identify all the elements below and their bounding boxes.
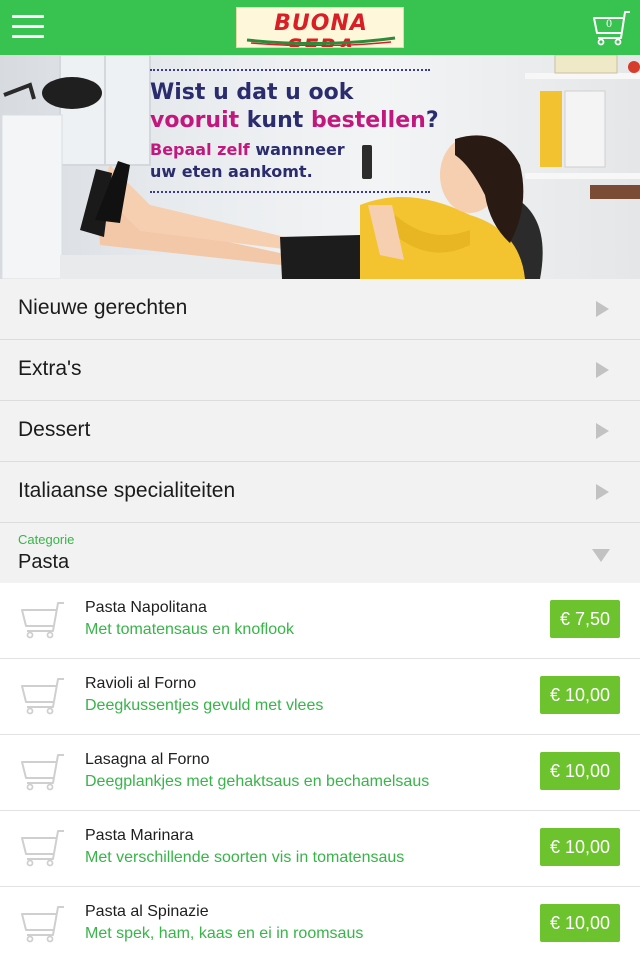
- banner-line-2-d: ?: [425, 108, 439, 133]
- cart-button[interactable]: 0: [590, 10, 636, 46]
- product-row: Pasta Napolitana Met tomatensaus en knof…: [0, 583, 640, 659]
- hamburger-icon[interactable]: [12, 15, 44, 39]
- cart-count: 0: [605, 19, 613, 30]
- promo-banner[interactable]: Wist u dat u ook vooruit kunt bestellen?…: [0, 55, 640, 279]
- product-description: Met tomatensaus en knoflook: [85, 621, 295, 638]
- category-item-dessert[interactable]: Dessert: [0, 401, 640, 462]
- product-name: Pasta al Spinazie: [85, 903, 209, 920]
- product-row: Lasagna al Forno Deegplankjes met gehakt…: [0, 735, 640, 811]
- product-description: Deegkussentjes gevuld met vlees: [85, 697, 324, 714]
- banner-text: Wist u dat u ook vooruit kunt bestellen?…: [150, 69, 440, 193]
- chevron-right-icon: [596, 362, 609, 378]
- banner-line-2-c: bestellen: [310, 108, 426, 133]
- category-select[interactable]: Categorie Pasta: [0, 523, 640, 583]
- product-description: Met verschillende soorten vis in tomaten…: [85, 849, 405, 866]
- cart-icon: [21, 602, 64, 639]
- category-item-label: Extra's: [18, 357, 82, 380]
- logo-swoosh: [246, 36, 396, 46]
- product-row: Pasta Marinara Met verschillende soorten…: [0, 811, 640, 887]
- banner-dots-top: [150, 69, 430, 71]
- add-to-cart-button[interactable]: [20, 601, 66, 639]
- hamburger-line: [12, 25, 44, 28]
- chevron-right-icon: [596, 423, 609, 439]
- category-item-nieuwe-gerechten[interactable]: Nieuwe gerechten: [0, 279, 640, 340]
- category-item-italiaanse-specialiteiten[interactable]: Italiaanse specialiteiten: [0, 462, 640, 523]
- cart-icon: [21, 906, 64, 943]
- category-item-extras[interactable]: Extra's: [0, 340, 640, 401]
- add-to-cart-button[interactable]: [20, 677, 66, 715]
- chevron-right-icon: [596, 484, 609, 500]
- product-name: Pasta Napolitana: [85, 599, 207, 616]
- category-item-label: Nieuwe gerechten: [18, 296, 188, 319]
- banner-line-3-b: wannneer: [249, 140, 345, 159]
- product-name: Lasagna al Forno: [85, 751, 210, 768]
- banner-dots-bottom: [150, 191, 430, 193]
- price-button[interactable]: € 10,00: [539, 676, 620, 714]
- product-name: Pasta Marinara: [85, 827, 194, 844]
- add-to-cart-button[interactable]: [20, 753, 66, 791]
- product-description: Deegplankjes met gehaktsaus en bechamels…: [85, 773, 430, 790]
- category-item-label: Dessert: [18, 418, 91, 441]
- category-item-label: Italiaanse specialiteiten: [18, 479, 236, 502]
- banner-line-2-b: kunt: [239, 108, 311, 133]
- chevron-right-icon: [596, 301, 609, 317]
- cart-icon: [21, 830, 64, 867]
- price-button[interactable]: € 10,00: [539, 904, 620, 942]
- hamburger-line: [12, 35, 44, 38]
- price-button[interactable]: € 10,00: [539, 828, 620, 866]
- logo[interactable]: BUONA SERA: [236, 7, 404, 48]
- product-row: Ravioli al Forno Deegkussentjes gevuld m…: [0, 659, 640, 735]
- top-bar: BUONA SERA 0: [0, 0, 640, 55]
- add-to-cart-button[interactable]: [20, 829, 66, 867]
- product-row: Pasta al Spinazie Met spek, ham, kaas en…: [0, 887, 640, 960]
- product-list: Pasta Napolitana Met tomatensaus en knof…: [0, 583, 640, 960]
- product-name: Ravioli al Forno: [85, 675, 197, 692]
- banner-line-2-a: vooruit: [150, 108, 240, 133]
- cart-icon: [21, 678, 64, 715]
- cart-icon: [21, 754, 64, 791]
- banner-line-3-a: Bepaal zelf: [150, 140, 250, 159]
- app: BUONA SERA 0: [0, 0, 640, 960]
- hamburger-line: [12, 15, 44, 18]
- banner-line-2: vooruit kunt bestellen?: [150, 107, 440, 135]
- banner-line-3: Bepaal zelf wannneer: [150, 139, 440, 161]
- banner-line-4: uw eten aankomt.: [150, 162, 313, 181]
- chevron-down-icon: [592, 549, 610, 562]
- category-select-value: Pasta: [18, 551, 70, 573]
- price-button[interactable]: € 7,50: [549, 600, 620, 638]
- add-to-cart-button[interactable]: [20, 905, 66, 943]
- product-description: Met spek, ham, kaas en ei in roomsaus: [85, 925, 364, 942]
- price-button[interactable]: € 10,00: [539, 752, 620, 790]
- category-select-caption: Categorie: [18, 532, 75, 547]
- banner-line-1: Wist u dat u ook: [150, 80, 354, 105]
